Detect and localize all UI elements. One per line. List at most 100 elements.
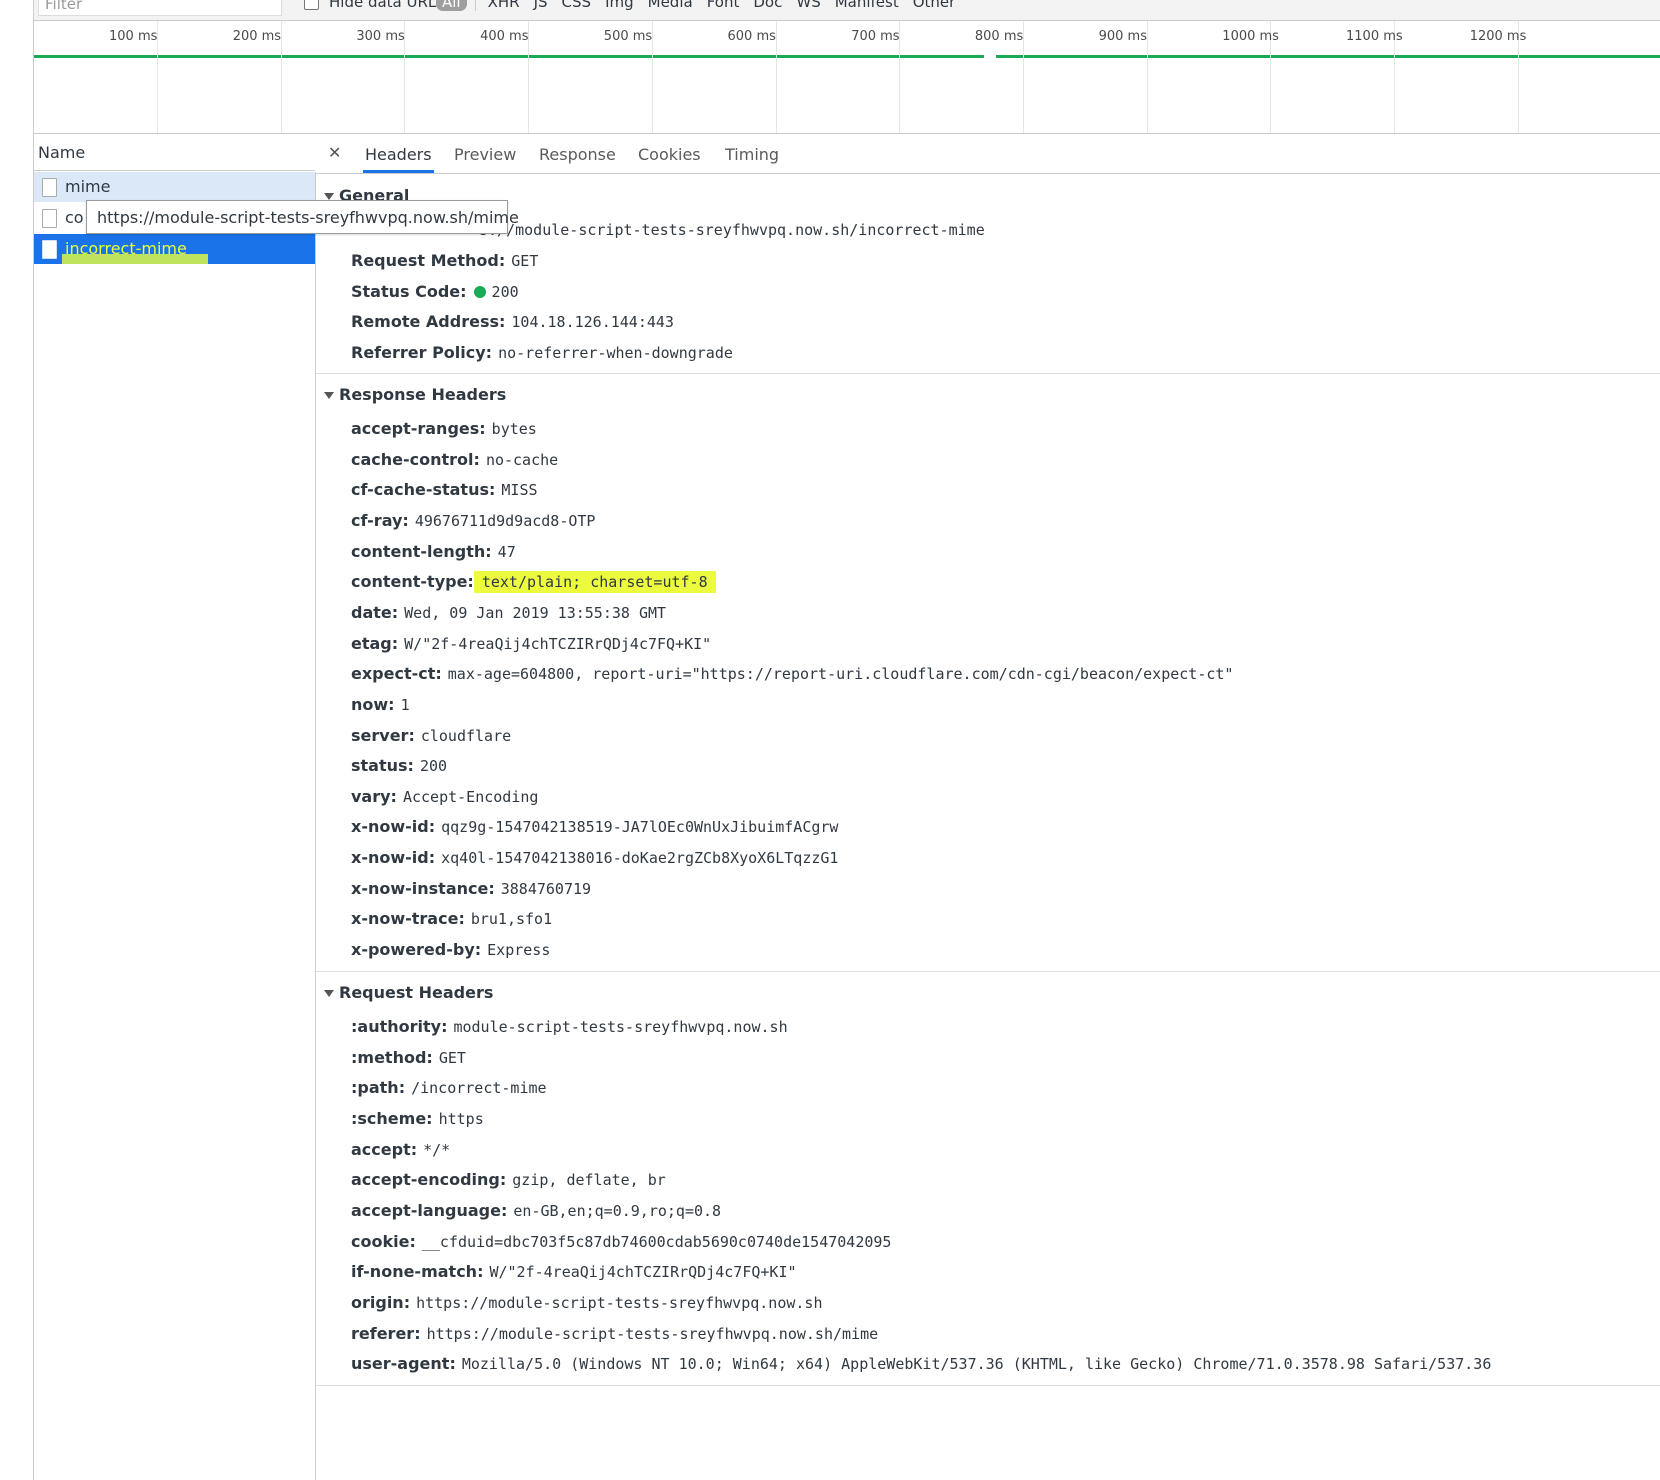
requests-list: mime co incorrect-mime (34, 172, 316, 1480)
type-filter-xhr[interactable]: XHR (488, 0, 520, 11)
timeline-tick-label: 1100 ms (1346, 29, 1403, 44)
filter-input[interactable]: Filter (38, 0, 282, 16)
request-name: mime (65, 177, 111, 196)
header-value: GET (438, 1048, 466, 1067)
checkbox-icon[interactable] (304, 0, 319, 10)
timeline-tick-label: 600 ms (727, 29, 776, 44)
timeline-tick-label: 1200 ms (1469, 29, 1527, 44)
section-request-headers[interactable]: Request Headers (324, 983, 493, 1002)
header-key: etag: (351, 633, 399, 653)
section-divider (316, 373, 1660, 374)
filter-toolbar: Filter Hide data URLs All XHR JS CSS Img Medi… (34, 0, 1660, 21)
header-row: accept-language: en-GB,en;q=0.9,ro;q=0.8 (351, 1201, 721, 1220)
header-row: :method: GET (351, 1048, 466, 1067)
header-key: accept-ranges: (351, 419, 486, 438)
header-key: Referrer Policy: (351, 342, 493, 362)
url-tooltip: https://module-script-tests-sreyfhwvpq.n… (86, 200, 519, 234)
header-value: en-GB,en;q=0.9,ro;q=0.8 (513, 1201, 722, 1220)
request-row-incorrect-mime[interactable]: incorrect-mime (34, 234, 315, 264)
close-icon[interactable]: ✕ (328, 143, 341, 162)
header-key: :method: (351, 1047, 433, 1067)
header-value: Accept-Encoding (402, 787, 539, 806)
hide-data-urls-checkbox[interactable]: Hide data URLs (304, 0, 444, 11)
header-key: :authority: (351, 1017, 448, 1036)
header-value: Mozilla/5.0 (Windows NT 10.0; Win64; x64… (461, 1355, 1492, 1374)
type-filter-ws[interactable]: WS (796, 0, 820, 11)
header-key: Request Method: (351, 251, 506, 270)
request-row-mime[interactable]: mime (34, 172, 315, 202)
header-key: :scheme: (351, 1108, 433, 1128)
type-filter-other[interactable]: Other (913, 0, 956, 11)
header-value: text/plain; charset=utf-8 (473, 571, 716, 594)
timeline-tick-label: 900 ms (1098, 29, 1147, 44)
timeline-gridline (157, 21, 158, 133)
type-filter-doc[interactable]: Doc (753, 0, 782, 11)
header-key: accept-encoding: (351, 1170, 507, 1190)
header-key: cache-control: (351, 449, 480, 469)
header-value: module-script-tests-sreyfhwvpq.now.sh (453, 1018, 788, 1036)
type-filter-font[interactable]: Font (707, 0, 740, 11)
header-key: x-powered-by: (351, 940, 482, 960)
request-url-value: s://module-script-tests-sreyfhwvpq.now.s… (479, 221, 985, 239)
timeline-gridline (528, 21, 530, 133)
type-filter-media[interactable]: Media (648, 0, 693, 11)
type-filter-bar: All XHR JS CSS Img Media Font Doc WS Manifest Othe… (436, 0, 969, 11)
header-key: x-now-instance: (351, 878, 495, 898)
type-filter-js[interactable]: JS (534, 0, 548, 11)
header-value: gzip, deflate, br (512, 1171, 666, 1190)
header-value: bru1,sfo1 (470, 910, 553, 929)
header-row: referer: https://module-script-tests-srey… (351, 1324, 878, 1343)
timeline-bar-2 (996, 55, 1660, 58)
header-value: 3884760719 (500, 879, 592, 898)
triangle-down-icon (324, 990, 334, 997)
header-row: if-none-match: W/"2f-4reaQij4chTCZIRrQDj4… (351, 1262, 797, 1281)
header-row: server: cloudflare (351, 726, 511, 745)
header-key: x-now-id: (351, 817, 436, 837)
header-value: no-referrer-when-downgrade (498, 343, 733, 362)
header-value: Wed, 09 Jan 2019 13:55:38 GMT (404, 603, 667, 622)
triangle-down-icon (324, 392, 334, 399)
type-filter-img[interactable]: Img (605, 0, 634, 11)
type-filter-all[interactable]: All (436, 0, 467, 11)
header-row: x-now-trace: bru1,sfo1 (351, 909, 552, 928)
header-row: expect-ct: max-age=604800, report-uri="ht… (351, 664, 1233, 683)
timeline-tick-label: 700 ms (851, 29, 900, 44)
header-row: x-now-instance: 3884760719 (351, 879, 591, 898)
header-key: expect-ct: (351, 664, 442, 684)
timeline-gridline (1022, 21, 1024, 133)
requests-name-column-header[interactable]: Name (34, 135, 315, 171)
header-key: user-agent: (351, 1354, 456, 1374)
header-row: etag: W/"2f-4reaQij4chTCZIRrQDj4c7FQ+KI" (351, 634, 711, 653)
timeline-tick-label: 1000 ms (1222, 29, 1279, 44)
section-response-headers[interactable]: Response Headers (324, 385, 506, 404)
header-value: qqz9g-1547042138519-JA7lOEc0WnUxJibuimfA… (441, 818, 839, 837)
type-filter-manifest[interactable]: Manifest (835, 0, 899, 11)
header-key: date: (351, 602, 399, 622)
header-key: :path: (351, 1078, 406, 1098)
tab-response[interactable]: Response (537, 135, 618, 173)
header-value: 49676711d9d9acd8-OTP (414, 511, 596, 530)
left-gutter (0, 0, 34, 1480)
header-row: Remote Address: 104.18.126.144:443 (351, 312, 674, 331)
header-value: max-age=604800, report-uri="https://repo… (447, 665, 1234, 684)
header-row: origin: https://module-script-tests-sreyf… (351, 1293, 822, 1312)
header-key: content-type: (351, 572, 474, 592)
header-key: Remote Address: (351, 312, 506, 332)
header-row: Referrer Policy: no-referrer-when-downgra… (351, 343, 733, 362)
header-row: x-powered-by: Express (351, 940, 550, 959)
header-key: accept-language: (351, 1200, 508, 1220)
type-filter-css[interactable]: CSS (562, 0, 592, 11)
header-value: __cfduid=dbc703f5c87db74600cdab5690c0740… (421, 1232, 892, 1251)
tab-preview[interactable]: Preview (452, 135, 518, 173)
tab-cookies[interactable]: Cookies (636, 135, 703, 173)
header-key: origin: (351, 1292, 411, 1312)
document-icon (42, 209, 57, 228)
timeline-overview[interactable]: 100 ms 200 ms 300 ms 400 ms 500 ms 600 ms 700 … (34, 21, 1660, 134)
tab-timing[interactable]: Timing (723, 135, 781, 173)
tab-headers[interactable]: Headers (363, 135, 434, 173)
timeline-tick-label: 100 ms (109, 29, 158, 44)
header-key: server: (351, 725, 415, 745)
header-value: 200 (491, 282, 519, 301)
header-value: https://module-script-tests-sreyfhwvpq.n… (416, 1293, 823, 1312)
header-key: referer: (351, 1323, 421, 1343)
